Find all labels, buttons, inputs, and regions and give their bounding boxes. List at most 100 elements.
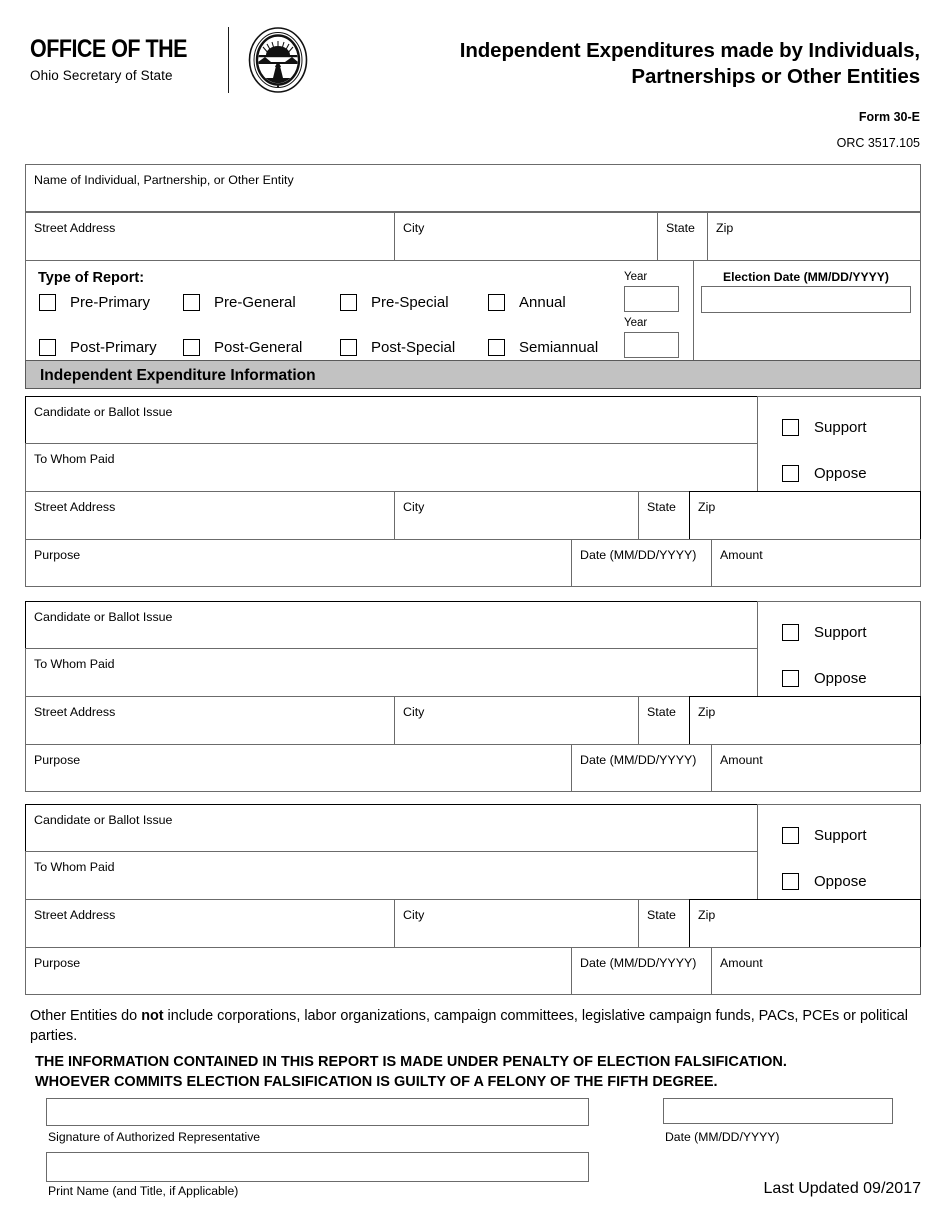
to-whom-paid-field-1[interactable]: To Whom Paid (25, 443, 758, 492)
payee-street-label-1: Street Address (34, 500, 116, 514)
expenditure-block-1: Candidate or Ballot Issue To Whom Paid S… (25, 396, 921, 587)
year-label-1: Year (624, 271, 648, 283)
year-input-2[interactable] (624, 332, 679, 358)
purpose-field-3[interactable]: Purpose (25, 947, 572, 995)
checkbox-post-primary[interactable] (39, 339, 56, 356)
purpose-field-1[interactable]: Purpose (25, 539, 572, 587)
expenditure-amount-field-3[interactable]: Amount (711, 947, 921, 995)
expenditure-date-field-3[interactable]: Date (MM/DD/YYYY) (571, 947, 712, 995)
expenditure-date-field-1[interactable]: Date (MM/DD/YYYY) (571, 539, 712, 587)
candidate-or-ballot-issue-field-2[interactable]: Candidate or Ballot Issue (25, 601, 758, 649)
checkbox-oppose-3[interactable] (782, 873, 799, 890)
entity-state-label: State (666, 221, 695, 235)
note-text-pre: Other Entities do (30, 1008, 142, 1024)
payee-city-field-2[interactable]: City (394, 696, 639, 745)
payee-state-field-2[interactable]: State (638, 696, 690, 745)
checkbox-support-1[interactable] (782, 419, 799, 436)
to-whom-paid-label-1: To Whom Paid (34, 452, 115, 466)
entity-zip-field[interactable]: Zip (707, 212, 921, 261)
label-support-2: Support (814, 624, 867, 641)
candidate-or-ballot-issue-field-3[interactable]: Candidate or Ballot Issue (25, 804, 758, 852)
expenditure-block-2: Candidate or Ballot Issue To Whom Paid S… (25, 601, 921, 792)
expenditure-date-field-2[interactable]: Date (MM/DD/YYYY) (571, 744, 712, 792)
to-whom-paid-field-2[interactable]: To Whom Paid (25, 648, 758, 697)
signature-input[interactable] (46, 1098, 589, 1126)
payee-zip-label-1: Zip (698, 500, 716, 514)
election-falsification-warning: THE INFORMATION CONTAINED IN THIS REPORT… (35, 1053, 925, 1092)
agency-wordmark: OFFICE OF THE Ohio Secretary of State (30, 37, 228, 83)
entity-state-field[interactable]: State (657, 212, 708, 261)
payee-zip-field-2[interactable]: Zip (689, 696, 921, 745)
entity-zip-label: Zip (716, 221, 734, 235)
purpose-field-2[interactable]: Purpose (25, 744, 572, 792)
purpose-label-2: Purpose (34, 753, 81, 767)
support-oppose-group-3: Support Oppose (757, 804, 921, 900)
checkbox-support-2[interactable] (782, 624, 799, 641)
payee-city-field-3[interactable]: City (394, 899, 639, 948)
label-post-special: Post-Special (371, 339, 456, 356)
label-post-primary: Post-Primary (70, 339, 157, 356)
print-name-caption: Print Name (and Title, if Applicable) (48, 1184, 239, 1198)
purpose-label-3: Purpose (34, 956, 81, 970)
purpose-label-1: Purpose (34, 548, 81, 562)
entity-city-label: City (403, 221, 425, 235)
to-whom-paid-field-3[interactable]: To Whom Paid (25, 851, 758, 900)
expenditure-amount-field-2[interactable]: Amount (711, 744, 921, 792)
payee-street-label-3: Street Address (34, 908, 116, 922)
label-semiannual: Semiannual (519, 339, 599, 356)
expenditure-block-3: Candidate or Ballot Issue To Whom Paid S… (25, 804, 921, 995)
entity-name-field[interactable]: Name of Individual, Partnership, or Othe… (25, 164, 921, 212)
brand-divider (228, 27, 230, 93)
candidate-or-ballot-issue-field-1[interactable]: Candidate or Ballot Issue (25, 396, 758, 444)
checkbox-pre-primary[interactable] (39, 294, 56, 311)
entity-city-field[interactable]: City (394, 212, 658, 261)
payee-street-field-1[interactable]: Street Address (25, 491, 395, 540)
type-of-report-panel: Type of Report: Pre-Primary Pre-General … (25, 260, 921, 361)
payee-city-label-2: City (403, 705, 425, 719)
payee-street-field-2[interactable]: Street Address (25, 696, 395, 745)
note-text-emphasis: not (141, 1008, 164, 1024)
page-header: OFFICE OF THE Ohio Secretary of State In… (0, 0, 950, 150)
payee-street-label-2: Street Address (34, 705, 116, 719)
label-support-1: Support (814, 419, 867, 436)
agency-name-secondary: Ohio Secretary of State (30, 68, 173, 84)
signature-date-input[interactable] (663, 1098, 893, 1124)
warning-line-2: WHOEVER COMMITS ELECTION FALSIFICATION I… (35, 1073, 718, 1090)
checkbox-post-general[interactable] (183, 339, 200, 356)
payee-zip-field-3[interactable]: Zip (689, 899, 921, 948)
panel-divider (693, 261, 694, 360)
page-title: Independent Expenditures made by Individ… (300, 38, 920, 90)
expenditure-amount-field-1[interactable]: Amount (711, 539, 921, 587)
page-title-line-2: Partnerships or Other Entities (631, 65, 920, 89)
support-oppose-group-2: Support Oppose (757, 601, 921, 697)
checkbox-pre-special[interactable] (340, 294, 357, 311)
label-oppose-1: Oppose (814, 465, 867, 482)
other-entities-note: Other Entities do not include corporatio… (30, 1007, 925, 1047)
form-number: Form 30-E (858, 110, 920, 125)
checkbox-support-3[interactable] (782, 827, 799, 844)
label-pre-general: Pre-General (214, 294, 296, 311)
payee-state-field-3[interactable]: State (638, 899, 690, 948)
payee-city-field-1[interactable]: City (394, 491, 639, 540)
payee-zip-field-1[interactable]: Zip (689, 491, 921, 540)
label-oppose-2: Oppose (814, 670, 867, 687)
entity-street-field[interactable]: Street Address (25, 212, 395, 261)
payee-state-label-2: State (647, 705, 676, 719)
checkbox-post-special[interactable] (340, 339, 357, 356)
checkbox-semiannual[interactable] (488, 339, 505, 356)
to-whom-paid-label-2: To Whom Paid (34, 657, 115, 671)
checkbox-pre-general[interactable] (183, 294, 200, 311)
print-name-input[interactable] (46, 1152, 589, 1182)
agency-branding: OFFICE OF THE Ohio Secretary of State (30, 26, 309, 94)
checkbox-annual[interactable] (488, 294, 505, 311)
checkbox-oppose-2[interactable] (782, 670, 799, 687)
payee-state-field-1[interactable]: State (638, 491, 690, 540)
checkbox-oppose-1[interactable] (782, 465, 799, 482)
warning-line-1: THE INFORMATION CONTAINED IN THIS REPORT… (35, 1054, 787, 1070)
candidate-label-1: Candidate or Ballot Issue (34, 405, 173, 419)
payee-street-field-3[interactable]: Street Address (25, 899, 395, 948)
year-input-1[interactable] (624, 286, 679, 312)
expenditure-date-label-2: Date (MM/DD/YYYY) (580, 753, 697, 767)
election-date-input[interactable] (701, 286, 911, 313)
payee-state-label-1: State (647, 500, 676, 514)
